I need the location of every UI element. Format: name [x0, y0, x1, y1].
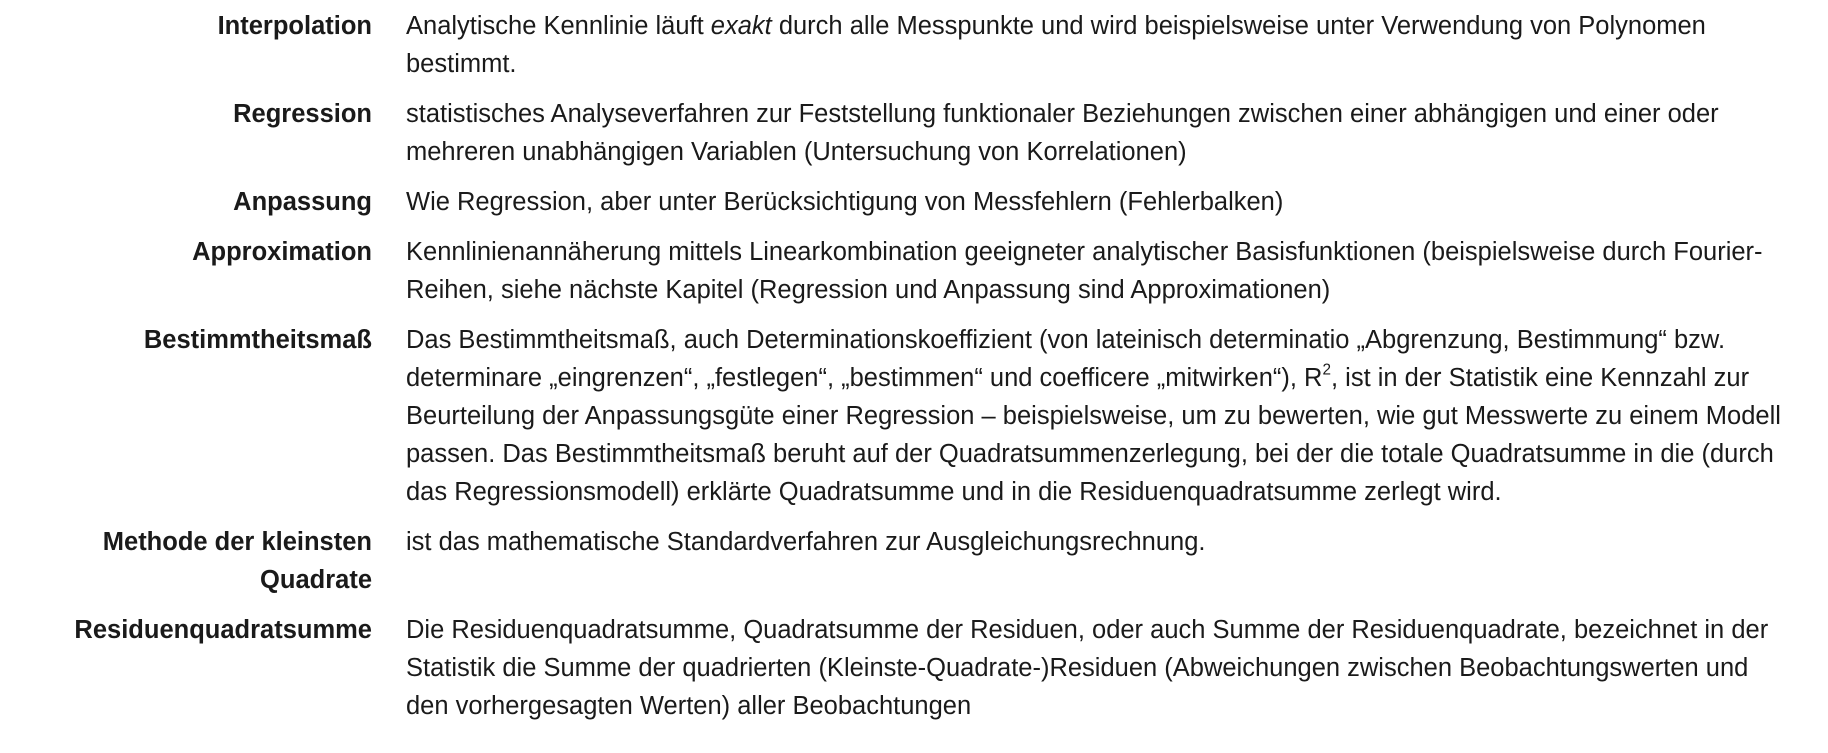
glossary: Interpolation Analytische Kennlinie läuf… [0, 7, 1828, 725]
glossary-definition: Das Bestimmtheitsmaß, auch Determination… [406, 321, 1796, 511]
glossary-definition: ist das mathematische Standardverfahren … [406, 528, 1206, 556]
glossary-term: Residuenquadratsumme [74, 616, 372, 644]
glossary-definition: Analytische Kennlinie läuft exakt durch … [406, 7, 1796, 83]
glossary-term-line: Quadrate [260, 566, 372, 594]
glossary-term-line: Methode der kleinsten [102, 528, 372, 556]
glossary-definition: Kennlinienannäherung mittels Linearkombi… [406, 238, 1763, 304]
definition-text: Analytische Kennlinie läuft [406, 12, 711, 40]
glossary-definition: Wie Regression, aber unter Berücksichtig… [406, 188, 1284, 216]
glossary-term: Anpassung [233, 188, 372, 216]
glossary-entry-interpolation: Interpolation Analytische Kennlinie läuf… [0, 7, 1828, 83]
glossary-term: Regression [233, 100, 372, 128]
glossary-term: Approximation [192, 238, 372, 266]
definition-superscript: 2 [1322, 361, 1331, 379]
glossary-definition: statistisches Analyseverfahren zur Fests… [406, 100, 1719, 166]
definition-emphasis: exakt [710, 12, 772, 40]
glossary-term: Bestimmtheitsmaß [143, 326, 372, 354]
glossary-entry-approximation: Approximation Kennlinienannäherung mitte… [0, 233, 1828, 309]
glossary-entry-bestimmtheitsmass: Bestimmtheitsmaß Das Bestimmtheitsmaß, a… [0, 321, 1828, 511]
glossary-term: Interpolation [217, 12, 372, 40]
glossary-entry-anpassung: Anpassung Wie Regression, aber unter Ber… [0, 183, 1828, 221]
glossary-entry-residuenquadratsumme: Residuenquadratsumme Die Residuenquadrat… [0, 611, 1828, 725]
glossary-term: Methode der kleinsten Quadrate [0, 523, 372, 599]
glossary-entry-methode-der-kleinsten-quadrate: Methode der kleinsten Quadrate ist das ma… [0, 523, 1828, 599]
glossary-definition: Die Residuenquadratsumme, Quadratsumme d… [406, 616, 1769, 720]
glossary-entry-regression: Regression statistisches Analyseverfahre… [0, 95, 1828, 171]
